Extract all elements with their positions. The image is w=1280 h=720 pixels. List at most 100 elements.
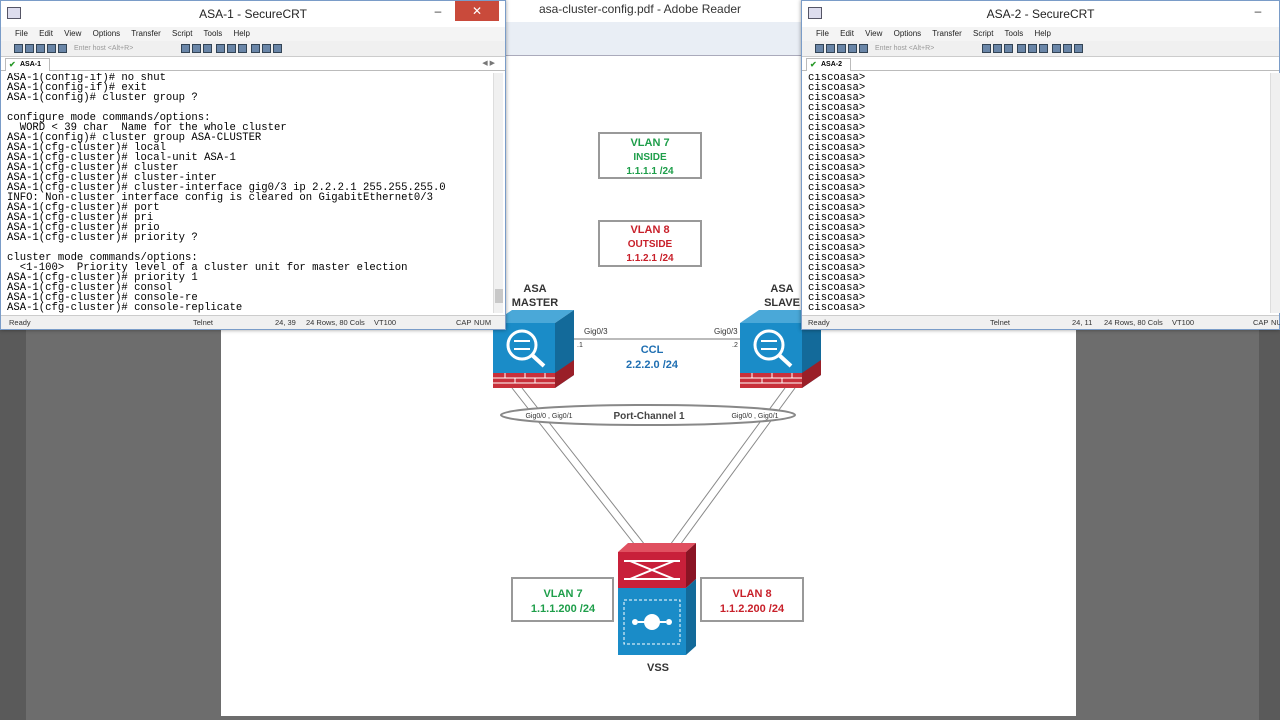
status-cursor-pos: 24, 11 [1072,318,1093,327]
keymap-icon[interactable] [261,44,271,53]
menu-help[interactable]: Help [1034,29,1050,38]
vlan7-client-name: VLAN 7 [543,588,582,600]
tab-asa1-label: ASA-1 [20,61,42,68]
enter-host-field[interactable]: Enter host <Alt+R> [74,41,174,57]
asa2-scrollbar[interactable] [1270,73,1280,313]
ccl-left-if: Gig0/3 [584,327,608,336]
connect-tab-icon[interactable] [36,44,45,53]
ccl-right-host: .2 [732,342,738,349]
connect-icon[interactable] [815,44,824,53]
quick-connect-icon[interactable] [25,44,34,53]
port-channel-label: Port-Channel 1 [613,411,685,422]
menu-help[interactable]: Help [233,29,249,38]
log-icon[interactable] [226,44,236,53]
asa-master-line2: MASTER [512,297,559,309]
tab-asa2-label: ASA-2 [821,61,843,68]
ccl-right-if: Gig0/3 [714,327,738,336]
menu-tools[interactable]: Tools [1005,29,1024,38]
ccl-name: CCL [641,344,664,356]
port-channel-right-ifs: Gig0/0 , Gig0/1 [731,413,778,420]
menu-file[interactable]: File [816,29,829,38]
connect-tab-icon[interactable] [837,44,846,53]
vlan8-client-ip: 1.1.2.200 /24 [720,603,785,615]
tab-scroll-arrows-icon[interactable]: ◀ ▶ [482,57,495,70]
status-emulation: VT100 [374,318,397,327]
asa2-tabbar: ✔ ASA-2 [802,57,1279,71]
status-caps: CAP [456,318,472,327]
menu-transfer[interactable]: Transfer [131,29,161,38]
asa2-title: ASA-2 - SecureCRT [986,7,1095,21]
vlan8-client-name: VLAN 8 [732,588,771,600]
settings-icon[interactable] [1038,44,1048,53]
find-icon[interactable] [202,44,212,53]
asa1-title: ASA-1 - SecureCRT [199,7,307,21]
minimize-button[interactable]: – [423,1,453,21]
vss-label: VSS [647,662,669,674]
quick-connect-icon[interactable] [826,44,835,53]
status-caps: CAP [1253,318,1269,327]
vlan7-inside-sub: INSIDE [633,152,667,163]
asa1-scroll-thumb[interactable] [495,289,503,303]
asa1-tabbar: ✔ ASA-1 ◀ ▶ [1,57,505,71]
asa1-scrollbar[interactable] [493,73,503,313]
menu-file[interactable]: File [15,29,28,38]
options-icon[interactable] [250,44,260,53]
minimize-button[interactable]: – [1243,1,1273,21]
menu-options[interactable]: Options [93,29,121,38]
securecrt-app-icon[interactable] [808,7,822,19]
reconnect-icon[interactable] [47,44,56,53]
status-num: NUM [1271,318,1280,327]
tab-asa2[interactable]: ✔ ASA-2 [806,58,852,71]
status-emulation: VT100 [1172,318,1195,327]
menu-script[interactable]: Script [172,29,192,38]
keymap-icon[interactable] [1062,44,1072,53]
print-icon[interactable] [215,44,225,53]
paste-icon[interactable] [191,44,201,53]
asa1-terminal[interactable]: ASA-1(config-if)# no shut ASA-1(config-i… [7,73,491,313]
asa1-menubar: File Edit View Options Transfer Script T… [1,27,505,41]
copy-icon[interactable] [180,44,190,53]
close-button[interactable]: ✕ [455,1,499,21]
disconnect-icon[interactable] [58,44,67,53]
status-size: 24 Rows, 80 Cols [306,318,365,327]
menu-view[interactable]: View [865,29,882,38]
copy-icon[interactable] [981,44,991,53]
connected-check-icon: ✔ [810,60,817,69]
menu-view[interactable]: View [64,29,81,38]
log-icon[interactable] [1027,44,1037,53]
menu-edit[interactable]: Edit [39,29,53,38]
disconnect-icon[interactable] [859,44,868,53]
vlan8-outside-ip: 1.1.2.1 /24 [626,253,674,264]
vlan7-client-ip: 1.1.1.200 /24 [531,603,596,615]
reconnect-icon[interactable] [848,44,857,53]
menu-tools[interactable]: Tools [204,29,223,38]
menu-transfer[interactable]: Transfer [932,29,962,38]
securecrt-app-icon[interactable] [7,7,21,19]
paste-icon[interactable] [992,44,1002,53]
options-icon[interactable] [1051,44,1061,53]
find-icon[interactable] [1003,44,1013,53]
menu-script[interactable]: Script [973,29,993,38]
enter-host-field[interactable]: Enter host <Alt+R> [875,41,975,57]
vlan7-inside-ip: 1.1.1.1 /24 [626,166,674,177]
help-icon[interactable] [272,44,282,53]
print-icon[interactable] [1016,44,1026,53]
settings-icon[interactable] [237,44,247,53]
asa2-securecrt-window: ASA-2 - SecureCRT – File Edit View Optio… [801,0,1280,330]
asa2-terminal[interactable]: ciscoasa> ciscoasa> ciscoasa> ciscoasa> … [808,73,1268,313]
asa1-statusbar: Ready Telnet 24, 39 24 Rows, 80 Cols VT1… [1,315,505,329]
asa1-securecrt-window: ASA-1 - SecureCRT – ✕ File Edit View Opt… [0,0,506,330]
ccl-net: 2.2.2.0 /24 [626,359,679,371]
status-num: NUM [474,318,492,327]
vss-switch-icon [618,543,696,655]
connect-icon[interactable] [14,44,23,53]
asa2-toolbar: Enter host <Alt+R> [802,41,1279,57]
tab-asa1[interactable]: ✔ ASA-1 [5,58,51,71]
asa1-toolbar: Enter host <Alt+R> [1,41,505,57]
status-protocol: Telnet [193,318,214,327]
help-icon[interactable] [1073,44,1083,53]
menu-options[interactable]: Options [894,29,922,38]
menu-edit[interactable]: Edit [840,29,854,38]
asa1-titlebar[interactable]: ASA-1 - SecureCRT – ✕ [1,1,505,27]
asa2-titlebar[interactable]: ASA-2 - SecureCRT – [802,1,1279,27]
